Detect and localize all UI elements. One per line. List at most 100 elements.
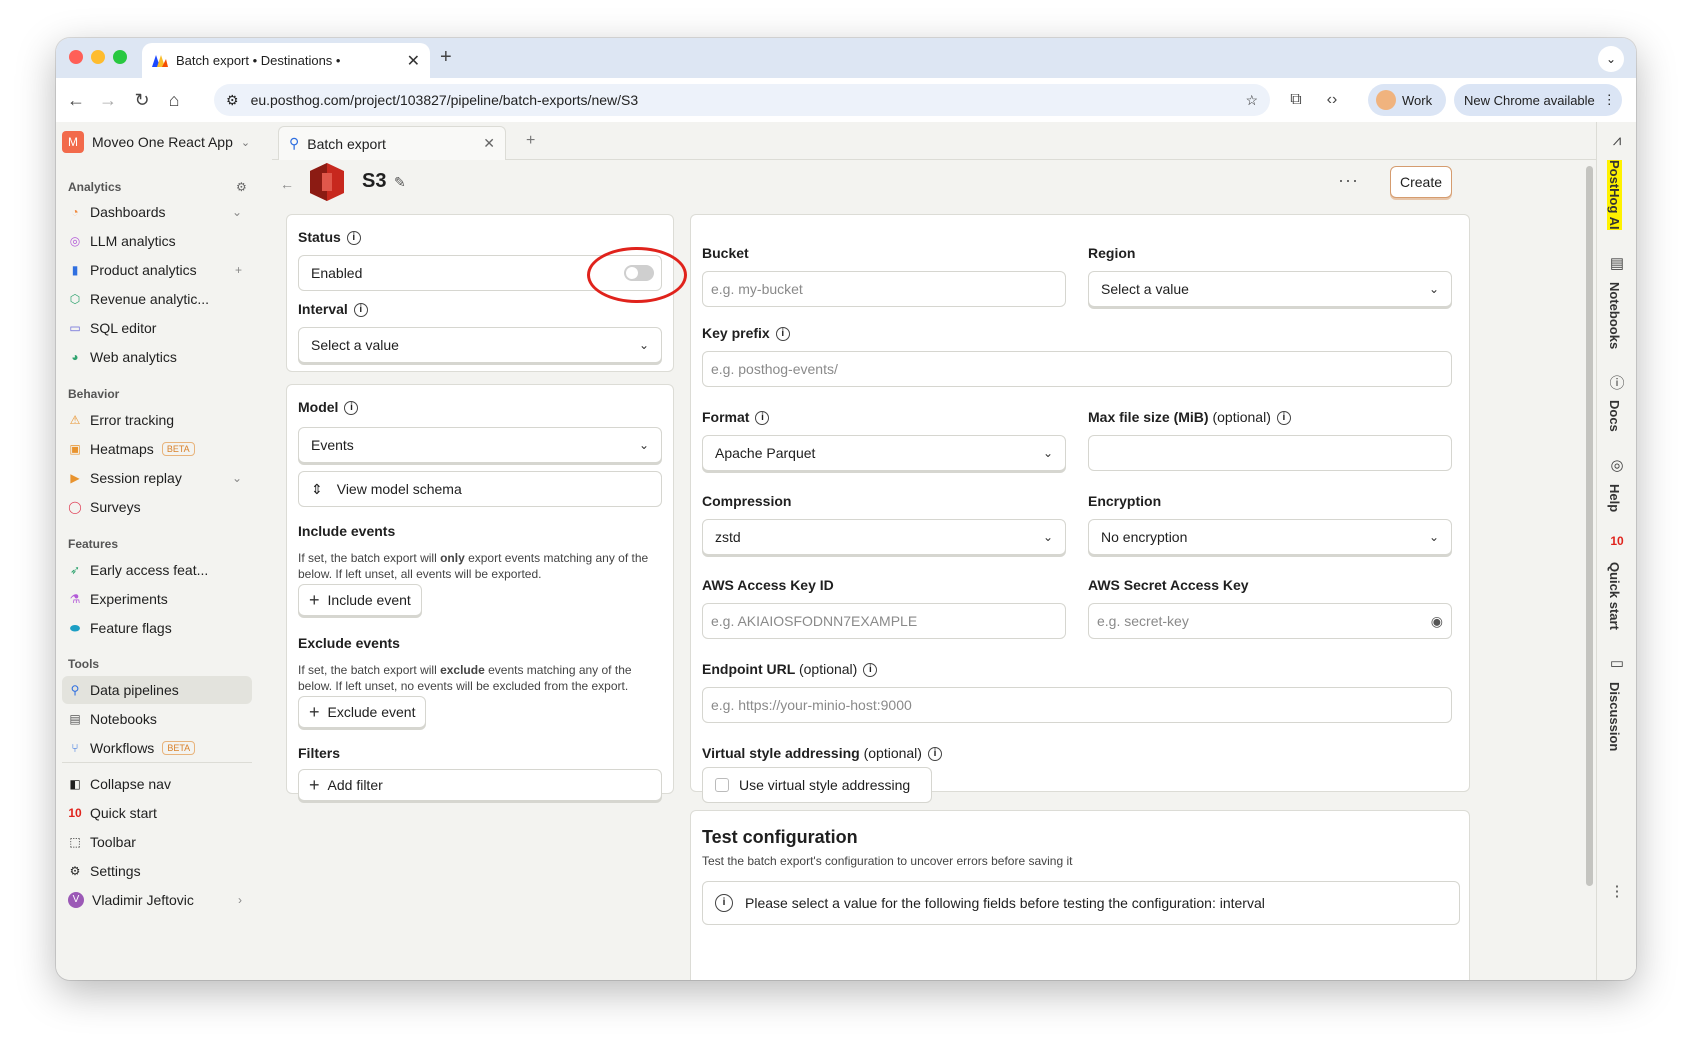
- browser-tab[interactable]: Batch export • Destinations • ✕: [142, 43, 430, 78]
- chrome-update-button[interactable]: New Chrome available ⋮: [1454, 84, 1622, 116]
- format-select[interactable]: Apache Parquet ⌄: [702, 435, 1066, 471]
- exclude-event-button[interactable]: + Exclude event: [298, 696, 427, 728]
- add-filter-button[interactable]: + Add filter: [298, 769, 662, 801]
- sidepanel-help[interactable]: Help: [1607, 484, 1622, 512]
- close-window-button[interactable]: [69, 50, 83, 64]
- region-select[interactable]: Select a value ⌄: [1088, 271, 1452, 307]
- interval-select[interactable]: Select a value ⌄: [298, 327, 662, 363]
- virtual-addressing-checkbox[interactable]: Use virtual style addressing: [702, 767, 932, 803]
- sidepanel-quick-start[interactable]: Quick start: [1607, 562, 1622, 630]
- key-prefix-input[interactable]: e.g. posthog-events/: [702, 351, 1452, 387]
- address-bar[interactable]: ⚙ eu.posthog.com/project/103827/pipeline…: [214, 84, 1270, 116]
- view-schema-button[interactable]: ⇕ View model schema: [298, 471, 662, 507]
- sidebar-item-experiments[interactable]: ⚗ Experiments: [62, 585, 252, 613]
- eye-icon[interactable]: ◉: [1431, 613, 1443, 630]
- sidepanel-docs[interactable]: Docs: [1607, 400, 1622, 432]
- app-tabbar: ⚲ Batch export ✕ +: [272, 122, 1612, 160]
- extensions-icon[interactable]: ⧉: [1284, 88, 1308, 112]
- maximize-window-button[interactable]: [113, 50, 127, 64]
- new-app-tab-button[interactable]: +: [526, 132, 535, 150]
- sidebar-item-error-tracking[interactable]: ⚠ Error tracking: [62, 406, 252, 434]
- virtual-addressing-label: Virtual style addressing (optional) i: [702, 745, 942, 762]
- notebook-icon[interactable]: ▤: [1607, 254, 1627, 274]
- sidebar-item-web-analytics[interactable]: ◕ Web analytics: [62, 343, 252, 371]
- chevron-down-icon[interactable]: ⌄: [232, 471, 242, 485]
- docs-info-icon[interactable]: ⓘ: [1607, 372, 1627, 392]
- exclude-events-title: Exclude events: [298, 635, 400, 651]
- profile-button[interactable]: Work: [1368, 84, 1446, 116]
- sidebar-quick-start[interactable]: 10 Quick start: [62, 799, 252, 827]
- pipeline-icon: ⚲: [289, 135, 300, 151]
- create-button[interactable]: Create: [1390, 166, 1452, 198]
- profile-label: Work: [1402, 92, 1433, 108]
- sidebar-item-heatmaps[interactable]: ▣ Heatmaps BETA: [62, 435, 252, 463]
- minimize-window-button[interactable]: [91, 50, 105, 64]
- sidebar-item-early-access[interactable]: ➶ Early access feat...: [62, 556, 252, 584]
- profile-avatar: [1376, 90, 1396, 110]
- sidebar-item-session-replay[interactable]: ▶ Session replay ⌄: [62, 464, 252, 492]
- sidepanel-notebooks[interactable]: Notebooks: [1607, 282, 1622, 349]
- sidebar-collapse-nav[interactable]: ◧ Collapse nav: [62, 770, 252, 798]
- play-icon: ▶: [70, 471, 80, 485]
- url-text: eu.posthog.com/project/103827/pipeline/b…: [250, 92, 639, 108]
- annotation-circle: [587, 247, 687, 303]
- more-menu-icon[interactable]: ⋮: [1607, 882, 1627, 902]
- sidebar-item-data-pipelines[interactable]: ⚲ Data pipelines: [62, 676, 252, 704]
- sidebar-item-sql-editor[interactable]: ▭ SQL editor: [62, 314, 252, 342]
- bucket-input[interactable]: e.g. my-bucket: [702, 271, 1066, 307]
- sidebar-item-workflows[interactable]: ⑂ Workflows BETA: [62, 734, 252, 762]
- plus-icon[interactable]: +: [235, 263, 242, 277]
- max-file-size-input[interactable]: [1088, 435, 1452, 471]
- section-analytics: Analytics: [68, 180, 122, 194]
- sidepanel-icon[interactable]: [1332, 88, 1356, 112]
- tab-search-button[interactable]: ⌄: [1598, 46, 1624, 72]
- secret-key-input[interactable]: e.g. secret-key ◉: [1088, 603, 1452, 639]
- endpoint-url-input[interactable]: e.g. https://your-minio-host:9000: [702, 687, 1452, 723]
- edit-pencil-icon[interactable]: ✎: [394, 174, 406, 191]
- sidebar-toolbar[interactable]: ⬚ Toolbar: [62, 828, 252, 856]
- back-icon[interactable]: ←: [64, 88, 88, 112]
- new-tab-button[interactable]: +: [440, 46, 452, 69]
- sidebar-item-feature-flags[interactable]: ⬬ Feature flags: [62, 614, 252, 642]
- main-content: ← S3 ✎ ··· Create Status i Enabled Interv…: [272, 160, 1584, 980]
- sidebar-item-notebooks[interactable]: ▤ Notebooks: [62, 705, 252, 733]
- sidebar-item-revenue-analytics[interactable]: ⬡ Revenue analytic...: [62, 285, 252, 313]
- back-arrow-icon[interactable]: ←: [280, 176, 294, 192]
- sidebar-item-product-analytics[interactable]: ▮ Product analytics +: [62, 256, 252, 284]
- sidebar-item-surveys[interactable]: ◯ Surveys: [62, 493, 252, 521]
- chevron-down-icon: ⌄: [1428, 530, 1439, 544]
- checkbox-box[interactable]: [715, 778, 729, 792]
- compression-select[interactable]: zstd ⌄: [702, 519, 1066, 555]
- gear-icon[interactable]: ⚙: [236, 180, 247, 194]
- encryption-select[interactable]: No encryption ⌄: [1088, 519, 1452, 555]
- chevron-down-icon[interactable]: ⌄: [232, 205, 242, 219]
- sidebar-item-dashboards[interactable]: ◔ Dashboards ⌄: [62, 198, 252, 226]
- project-switcher[interactable]: M Moveo One React App ⌄: [62, 128, 252, 156]
- info-icon: i: [344, 401, 359, 416]
- encryption-label: Encryption: [1088, 493, 1162, 509]
- sidebar-user[interactable]: V Vladimir Jeftovic ›: [62, 886, 252, 914]
- reload-icon[interactable]: ↻: [130, 88, 154, 112]
- main-scrollbar[interactable]: [1584, 160, 1596, 980]
- bookmark-star-icon[interactable]: ☆: [1245, 92, 1258, 109]
- sidepanel-posthog-ai[interactable]: PostHog AI: [1607, 160, 1622, 230]
- app-tab-batch-export[interactable]: ⚲ Batch export ✕: [278, 126, 506, 160]
- close-tab-icon[interactable]: ✕: [483, 135, 495, 152]
- quick-start-icon[interactable]: 10: [1607, 534, 1627, 554]
- page-title: S3: [362, 170, 387, 192]
- site-settings-icon[interactable]: ⚙: [226, 92, 239, 109]
- discussion-icon[interactable]: ▭: [1607, 654, 1627, 674]
- access-key-input[interactable]: e.g. AKIAIOSFODNN7EXAMPLE: [702, 603, 1066, 639]
- include-event-button[interactable]: + Include event: [298, 584, 422, 616]
- posthog-ai-icon[interactable]: ⩘: [1607, 132, 1627, 152]
- model-select[interactable]: Events ⌄: [298, 427, 662, 463]
- help-lifebuoy-icon[interactable]: ◎: [1607, 456, 1627, 476]
- home-icon[interactable]: ⌂: [162, 88, 186, 112]
- status-card: Status i Enabled Interval i Select a value…: [286, 214, 687, 372]
- more-options-icon[interactable]: ···: [1338, 170, 1359, 191]
- sidebar-item-llm-analytics[interactable]: ◎ LLM analytics: [62, 227, 252, 255]
- sidepanel-discussion[interactable]: Discussion: [1607, 682, 1622, 751]
- close-tab-icon[interactable]: ✕: [407, 51, 420, 71]
- forward-icon[interactable]: →: [96, 88, 120, 112]
- sidebar-settings[interactable]: ⚙ Settings: [62, 857, 252, 885]
